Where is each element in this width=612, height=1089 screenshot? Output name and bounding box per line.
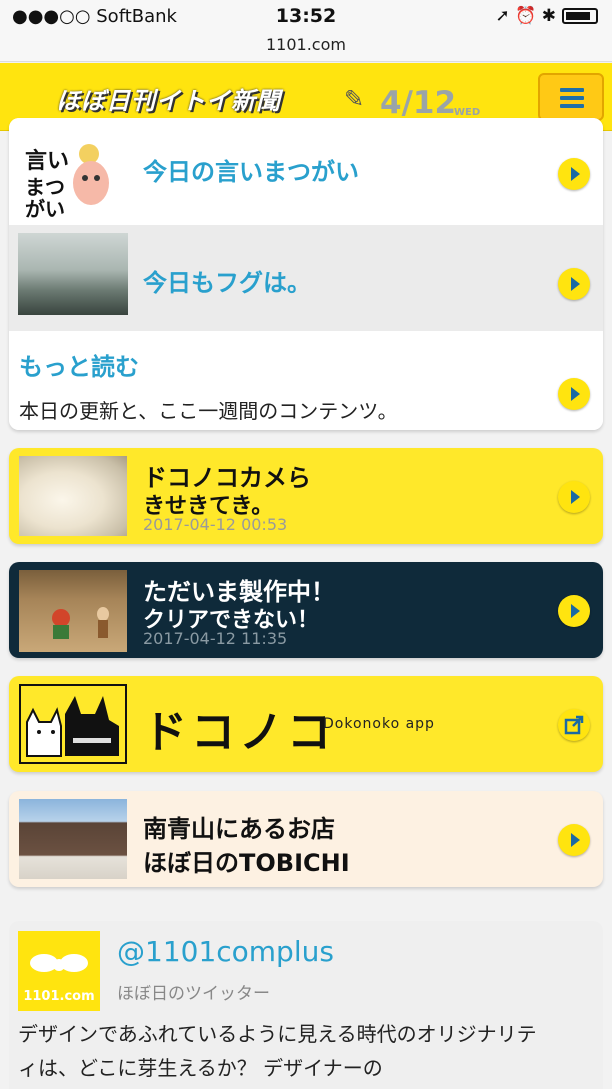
read-more-link[interactable]: もっと読む 本日の更新と、ここ一週間のコンテンツ。 — [9, 331, 603, 430]
cat-photo — [19, 456, 127, 536]
app-caption: Dokonoko app — [323, 716, 435, 732]
tobichi-card[interactable]: 南青山にあるお店 ほぼ日のTOBICHI — [9, 791, 603, 887]
today-menu-card: 言い まつ がい 今日の言いまつがい 今日もフグは。 もっと読む 本日の更新と、… — [9, 118, 603, 430]
read-more-title: もっと読む — [19, 353, 139, 381]
menu-line — [560, 88, 584, 92]
menu-item-fugu[interactable]: 今日もフグは。 — [9, 225, 603, 331]
dokonoko-app-card[interactable]: ドコノコ Dokonoko app — [9, 676, 603, 772]
twitter-card[interactable]: 1101.com @1101complus ほぼ日のツイッター デザインであふれ… — [9, 921, 603, 1089]
tobichi-photo — [19, 799, 127, 879]
avatar-label: 1101.com — [23, 989, 95, 1004]
weekday: WED — [454, 107, 481, 118]
svg-text:言い: 言い — [25, 148, 69, 174]
svg-text:がい: がい — [25, 197, 65, 220]
status-icons: ➚ ⏰ ✱ — [496, 6, 598, 26]
card-timestamp: 2017-04-12 11:35 — [143, 629, 288, 648]
external-link-icon[interactable] — [558, 709, 590, 741]
card-timestamp: 2017-04-12 00:53 — [143, 515, 288, 534]
menu-item-iimatsugai[interactable]: 言い まつ がい 今日の言いまつがい — [9, 118, 603, 225]
site-logo[interactable]: ほぼ日刊イトイ新聞 — [56, 81, 281, 116]
battery-icon — [562, 8, 598, 24]
menu-line — [560, 96, 584, 100]
address-bar[interactable]: 1101.com — [0, 35, 612, 54]
status-bar: ●●●○○ SoftBank 13:52 ➚ ⏰ ✱ 1101.com — [0, 0, 612, 62]
chevron-right-icon[interactable] — [558, 595, 590, 627]
date: 4/12 — [380, 85, 457, 121]
twitter-handle[interactable]: @1101complus — [117, 935, 334, 968]
hamburger-menu-button[interactable] — [538, 73, 604, 121]
fugu-thumbnail — [18, 233, 128, 315]
iimatsugai-thumbnail: 言い まつ がい — [19, 128, 119, 221]
menu-item-title: 今日もフグは。 — [143, 269, 311, 297]
menu-item-title: 今日の言いまつがい — [143, 158, 359, 186]
menu-line — [560, 104, 584, 108]
card-title-line1: 南青山にあるお店 — [143, 815, 335, 843]
figurines-photo — [19, 570, 127, 652]
pencil-icon: ✎ — [344, 85, 365, 113]
dokonoko-logo: ドコノコ — [143, 707, 335, 758]
chevron-right-icon[interactable] — [558, 268, 590, 300]
dokonoko-dogs-icon — [19, 684, 127, 764]
svg-text:まつ: まつ — [25, 175, 65, 199]
chevron-right-icon[interactable] — [558, 378, 590, 410]
read-more-description: 本日の更新と、ここ一週間のコンテンツ。 — [19, 399, 398, 423]
tweet-body: デザインであふれているように見える時代のオリジナリティは、どこに芽生えるか？ デ… — [18, 1022, 537, 1080]
twitter-avatar: 1101.com — [18, 931, 100, 1011]
twitter-subtitle: ほぼ日のツイッター — [117, 984, 270, 1004]
chevron-right-icon[interactable] — [558, 824, 590, 856]
in-production-card[interactable]: ただいま製作中！ クリアできない！ 2017-04-12 11:35 — [9, 562, 603, 658]
card-title-line2: ほぼ日のTOBICHI — [143, 849, 350, 877]
dokonoko-camera-card[interactable]: ドコノコカメら きせきてき。 2017-04-12 00:53 — [9, 448, 603, 544]
chevron-right-icon[interactable] — [558, 158, 590, 190]
chevron-right-icon[interactable] — [558, 481, 590, 513]
